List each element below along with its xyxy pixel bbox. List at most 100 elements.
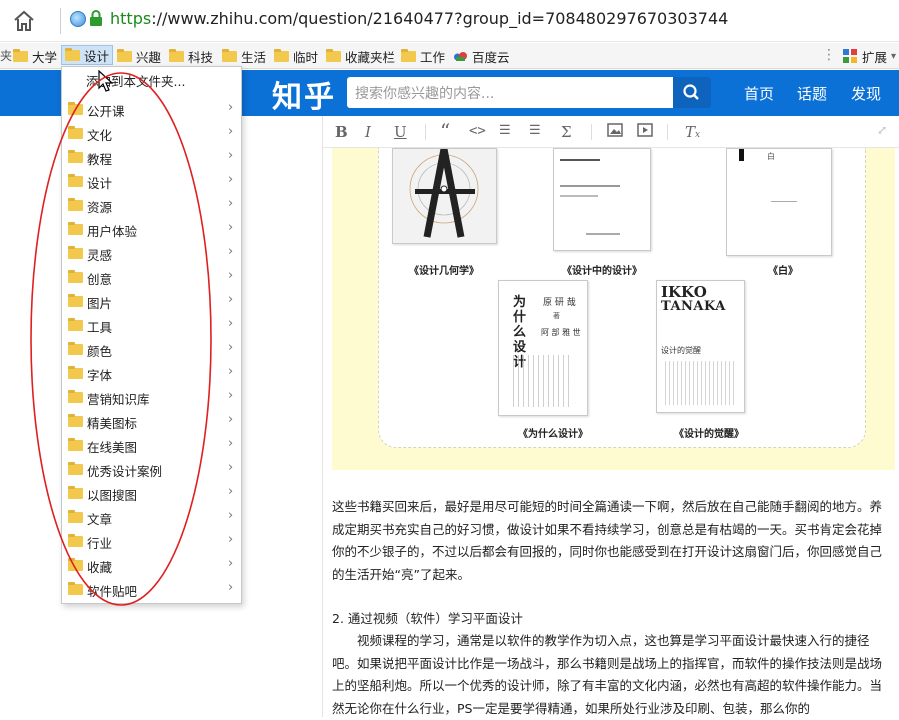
book-cover-4: 为什么设计 原 研 哉 著 阿 部 雅 世	[498, 280, 588, 416]
nav-explore[interactable]: 发现	[851, 83, 881, 104]
menu-folder-label: 资源	[87, 200, 113, 215]
cover-rule	[560, 159, 600, 161]
bookmark-folder-linshi[interactable]: 临时	[271, 46, 321, 66]
folder-icon	[68, 582, 83, 595]
expand-icon[interactable]: ⤢	[877, 123, 887, 137]
cover-rule	[586, 233, 620, 235]
menu-folder-ziyuan[interactable]: 资源 ›	[62, 193, 241, 217]
folder-icon	[68, 318, 83, 331]
clear-format-icon[interactable]: Tx	[685, 123, 700, 141]
menu-folder-zaixianmeitu[interactable]: 在线美图 ›	[62, 433, 241, 457]
lock-icon[interactable]	[89, 10, 103, 27]
chevron-right-icon: ›	[228, 220, 234, 235]
more-icon[interactable]: ⋮	[822, 47, 836, 63]
menu-folder-linggan[interactable]: 灵感 ›	[62, 241, 241, 265]
menu-folder-label: 颜色	[87, 344, 113, 359]
extensions-button[interactable]: 扩展 ▾	[840, 46, 899, 66]
menu-folder-gongkaike[interactable]: 公开课 ›	[62, 97, 241, 121]
chevron-right-icon: ›	[228, 460, 234, 475]
menu-folder-ruanjiantieba[interactable]: 软件贴吧 ›	[62, 577, 241, 601]
menu-folder-jingmeitubiao[interactable]: 精美图标 ›	[62, 409, 241, 433]
menu-folder-tupian[interactable]: 图片 ›	[62, 289, 241, 313]
menu-folder-chuangyi[interactable]: 创意 ›	[62, 265, 241, 289]
divider	[322, 116, 323, 717]
url-field[interactable]: https://www.zhihu.com/question/21640477?…	[110, 9, 728, 28]
zhihu-logo[interactable]: 知乎	[272, 72, 336, 116]
cover-rule	[771, 201, 797, 202]
folder-icon	[68, 198, 83, 211]
bookmark-folder-keji[interactable]: 科技	[166, 46, 216, 66]
bookmark-folder-xingqu[interactable]: 兴趣	[114, 46, 164, 66]
menu-folder-yanse[interactable]: 颜色 ›	[62, 337, 241, 361]
book4-author: 原 研 哉	[543, 298, 576, 308]
image-icon[interactable]	[607, 123, 623, 141]
chevron-right-icon: ›	[228, 196, 234, 211]
cover-mark	[739, 149, 744, 161]
cover-text-block	[513, 355, 573, 407]
bookmark-folder-daxue[interactable]: 大学	[10, 46, 60, 66]
book-cover-5: IKKO TANAKA 设计的觉醒	[656, 280, 745, 413]
formula-icon[interactable]: Σ	[561, 123, 572, 141]
chevron-right-icon: ›	[228, 148, 234, 163]
extensions-label: 扩展	[862, 49, 888, 65]
bookmark-folder-sheji[interactable]: 设计	[61, 45, 114, 65]
menu-folder-label: 收藏	[87, 560, 113, 575]
code-icon[interactable]: <>	[469, 123, 486, 139]
menu-folder-yitusoutu[interactable]: 以图搜图 ›	[62, 481, 241, 505]
extensions-grid-icon	[843, 48, 858, 64]
folder-icon	[274, 48, 289, 62]
nav-home[interactable]: 首页	[744, 83, 774, 104]
menu-folder-hangye[interactable]: 行业 ›	[62, 529, 241, 553]
address-bar: https://www.zhihu.com/question/21640477?…	[0, 0, 899, 42]
menu-folder-jiaocheng[interactable]: 教程 ›	[62, 145, 241, 169]
menu-folder-label: 用户体验	[87, 224, 138, 239]
book5-subtitle: 设计的觉醒	[661, 346, 701, 355]
menu-folder-youxiuanli[interactable]: 优秀设计案例 ›	[62, 457, 241, 481]
book-caption-2: 《设计中的设计》	[562, 266, 642, 277]
folder-icon	[68, 102, 83, 115]
menu-folder-shoucang[interactable]: 收藏 ›	[62, 553, 241, 577]
bookmark-folder-gongzuo[interactable]: 工作	[398, 46, 448, 66]
bookmark-folder-shoucangjialan[interactable]: 收藏夹栏	[323, 46, 398, 66]
mouse-cursor-icon	[98, 70, 114, 92]
folder-icon	[68, 366, 83, 379]
search-button[interactable]	[673, 77, 711, 108]
toolbar-divider	[425, 124, 426, 140]
folder-icon	[169, 48, 184, 62]
underline-icon[interactable]: U	[394, 123, 407, 141]
browser-shield-icon[interactable]	[70, 11, 86, 27]
cloud-icon	[454, 52, 467, 61]
home-icon[interactable]	[12, 9, 36, 33]
menu-folder-yonghutiyan[interactable]: 用户体验 ›	[62, 217, 241, 241]
chevron-right-icon: ›	[228, 436, 234, 451]
book-caption-5: 《设计的觉醒》	[674, 429, 744, 440]
chevron-right-icon: ›	[228, 172, 234, 187]
folder-icon	[68, 150, 83, 163]
menu-folder-ziti[interactable]: 字体 ›	[62, 361, 241, 385]
menu-folder-label: 创意	[87, 272, 113, 287]
folder-icon	[65, 47, 80, 61]
menu-folder-sheji[interactable]: 设计 ›	[62, 169, 241, 193]
chevron-right-icon: ›	[228, 124, 234, 139]
search-icon	[683, 84, 699, 100]
quote-icon[interactable]: “	[440, 119, 450, 143]
menu-folder-label: 文章	[87, 512, 113, 527]
menu-folder-wenzhang[interactable]: 文章 ›	[62, 505, 241, 529]
bookmark-baiduyun[interactable]: 百度云	[450, 46, 513, 66]
menu-folder-gongju[interactable]: 工具 ›	[62, 313, 241, 337]
bold-icon[interactable]: B	[335, 123, 348, 141]
folder-icon	[68, 174, 83, 187]
folder-icon	[68, 390, 83, 403]
unordered-list-icon[interactable]: ☰	[529, 123, 541, 138]
italic-icon[interactable]: I	[365, 123, 371, 141]
folder-icon	[68, 486, 83, 499]
search-input[interactable]: 搜索你感兴趣的内容...	[347, 77, 673, 108]
bookmark-folder-shenghuo[interactable]: 生活	[219, 46, 269, 66]
video-icon[interactable]	[637, 123, 653, 141]
menu-folder-label: 营销知识库	[87, 392, 150, 407]
ordered-list-icon[interactable]: ☰	[499, 123, 511, 138]
menu-folder-yingxiao[interactable]: 营销知识库 ›	[62, 385, 241, 409]
menu-folder-wenhua[interactable]: 文化 ›	[62, 121, 241, 145]
bookmark-label: 生活	[241, 49, 267, 65]
nav-topics[interactable]: 话题	[797, 83, 827, 104]
